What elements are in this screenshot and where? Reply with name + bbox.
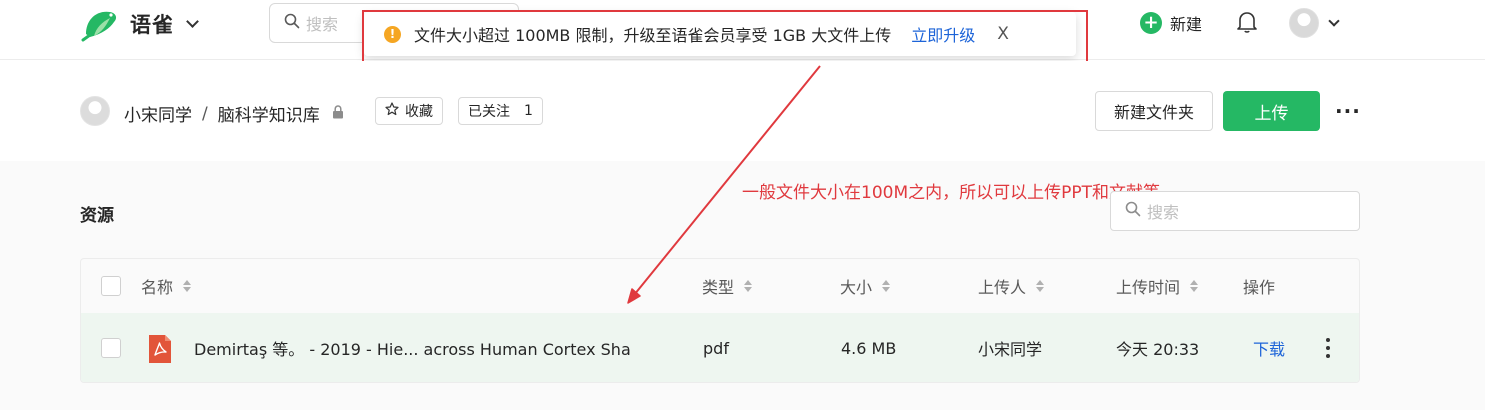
sort-icon — [1190, 280, 1199, 292]
follow-button[interactable]: 已关注 1 — [458, 97, 543, 125]
favorite-label: 收藏 — [405, 104, 433, 120]
column-header-action: 操作 — [1243, 259, 1275, 313]
owner-avatar[interactable] — [80, 96, 110, 126]
sort-icon — [183, 280, 192, 292]
column-label: 名称 — [141, 278, 174, 297]
file-uploader: 小宋同学 — [978, 340, 1043, 359]
file-name[interactable]: Demirtaş 等。 - 2019 - Hie... across Human… — [194, 313, 631, 382]
follow-count: 1 — [524, 103, 533, 119]
favorite-button[interactable]: 收藏 — [375, 97, 443, 125]
table-header: 名称 类型 大小 上传人 上传时间 操作 — [81, 259, 1359, 313]
upload-button[interactable]: 上传 — [1223, 91, 1320, 131]
new-button[interactable]: + 新建 — [1140, 11, 1202, 35]
column-label: 类型 — [702, 278, 735, 297]
section-title: 资源 — [80, 206, 114, 226]
breadcrumb-separator: / — [202, 103, 208, 124]
column-label: 操作 — [1243, 278, 1276, 297]
column-label: 上传时间 — [1116, 278, 1181, 297]
upload-time: 今天 20:33 — [1116, 340, 1200, 359]
sort-icon — [744, 280, 753, 292]
logo[interactable]: 语雀 — [80, 4, 199, 44]
row-checkbox[interactable] — [101, 338, 121, 358]
warning-icon: ! — [384, 25, 401, 43]
column-header-name[interactable]: 名称 — [141, 259, 192, 313]
chevron-down-icon[interactable] — [1328, 15, 1340, 27]
file-type: pdf — [703, 338, 729, 358]
repo-header: 小宋同学 / 脑科学知识库 收藏 已关注 1 新建文件夹 上传 ··· — [0, 61, 1485, 161]
column-label: 大小 — [840, 278, 873, 297]
resources-table: 名称 类型 大小 上传人 上传时间 操作 Demirtaş 等。 - 2019 … — [80, 258, 1360, 383]
breadcrumb: 小宋同学 / 脑科学知识库 — [124, 101, 344, 126]
plus-icon: + — [1140, 12, 1162, 34]
search-placeholder: 搜索 — [306, 15, 339, 34]
follow-label: 已关注 — [468, 104, 510, 120]
sort-icon — [882, 280, 891, 292]
table-row[interactable]: Demirtaş 等。 - 2019 - Hie... across Human… — [81, 313, 1359, 382]
search-icon — [1125, 201, 1141, 221]
select-all-checkbox[interactable] — [101, 276, 121, 296]
file-size-toast: ! 文件大小超过 100MB 限制，升级至语雀会员享受 1GB 大文件上传 立即… — [364, 12, 1076, 56]
column-header-size[interactable]: 大小 — [840, 259, 891, 313]
breadcrumb-user[interactable]: 小宋同学 — [124, 101, 192, 126]
chevron-down-icon[interactable] — [186, 15, 199, 28]
column-label: 上传人 — [978, 278, 1027, 297]
column-header-uploader[interactable]: 上传人 — [978, 259, 1045, 313]
app-name: 语雀 — [130, 13, 174, 37]
file-size: 4.6 MB — [841, 338, 897, 358]
resource-search-input[interactable]: 搜索 — [1110, 191, 1360, 231]
pdf-file-icon — [147, 333, 173, 369]
more-vertical-icon[interactable] — [1325, 337, 1331, 363]
more-horizontal-icon[interactable]: ··· — [1335, 99, 1361, 123]
column-header-time[interactable]: 上传时间 — [1116, 259, 1199, 313]
annotation-text: 一般文件大小在100M之内，所以可以上传PPT和文献等 — [742, 183, 1161, 203]
search-icon — [284, 13, 300, 33]
star-icon — [385, 102, 399, 120]
new-folder-button[interactable]: 新建文件夹 — [1095, 91, 1213, 131]
resources-section: 资源 一般文件大小在100M之内，所以可以上传PPT和文献等 搜索 名称 类型 … — [0, 161, 1485, 410]
breadcrumb-repo[interactable]: 脑科学知识库 — [218, 101, 320, 126]
user-avatar[interactable] — [1289, 8, 1319, 38]
bell-icon[interactable] — [1236, 10, 1258, 38]
search-placeholder: 搜索 — [1147, 203, 1180, 222]
column-header-type[interactable]: 类型 — [702, 259, 753, 313]
download-link[interactable]: 下载 — [1253, 313, 1285, 382]
new-label: 新建 — [1170, 15, 1203, 34]
upgrade-link[interactable]: 立即升级 — [911, 22, 975, 46]
toast-message: 文件大小超过 100MB 限制，升级至语雀会员享受 1GB 大文件上传 — [414, 26, 892, 45]
lock-icon — [332, 104, 344, 124]
close-icon[interactable]: X — [997, 24, 1009, 44]
sort-icon — [1036, 280, 1045, 292]
yuque-bird-icon — [81, 11, 117, 42]
